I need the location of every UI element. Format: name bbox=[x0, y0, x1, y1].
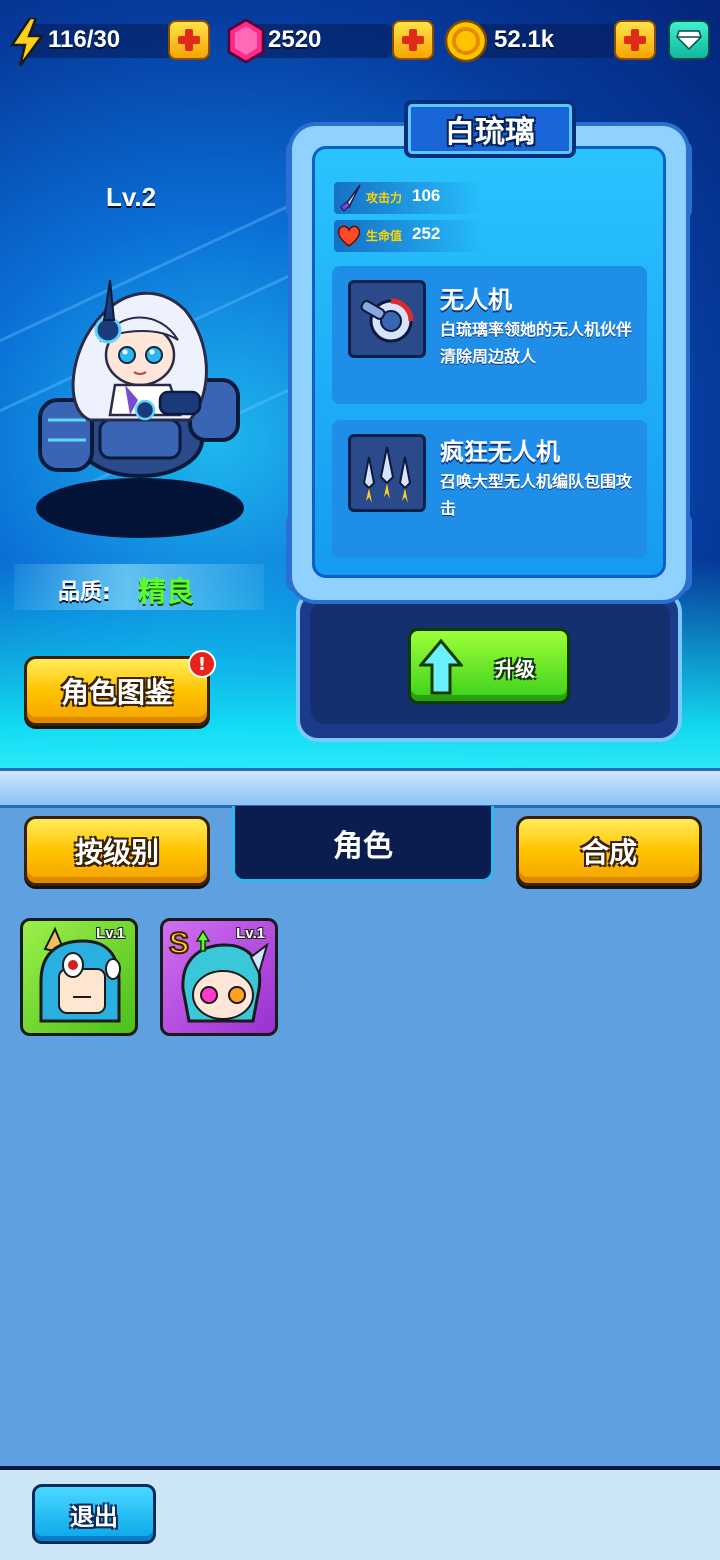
lightning-icon bbox=[9, 18, 45, 66]
hp-value: 252 bbox=[412, 224, 441, 243]
skill-description: 白琉璃率领她的无人机伙伴清除周边敌人 bbox=[440, 320, 633, 366]
skill-card-crazy-drone[interactable]: 疯狂无人机 召唤大型无人机编队包围攻击 bbox=[332, 420, 647, 558]
energy-value: 116/30 bbox=[48, 26, 121, 53]
drone-skill-icon bbox=[348, 280, 426, 358]
plus-icon bbox=[624, 29, 646, 51]
drone-swarm-icon bbox=[348, 434, 426, 512]
character-portrait bbox=[38, 279, 240, 478]
sword-icon bbox=[339, 184, 361, 212]
tab-characters[interactable]: 角色 bbox=[232, 806, 494, 882]
skill-description: 召唤大型无人机编队包围攻击 bbox=[440, 472, 633, 518]
coin-counter: 52.1k bbox=[444, 18, 659, 63]
quality-label: 品质: bbox=[58, 580, 111, 605]
hp-label: 生命值 bbox=[366, 229, 403, 243]
coin-value: 52.1k bbox=[494, 26, 555, 53]
gem-value: 2520 bbox=[268, 26, 322, 53]
section-divider bbox=[0, 768, 720, 808]
heart-icon bbox=[337, 225, 361, 247]
character-codex-button[interactable]: 角色图鉴 bbox=[24, 656, 210, 726]
shop-button[interactable] bbox=[668, 20, 710, 60]
character-level: Lv.2 bbox=[106, 182, 157, 212]
coin-icon bbox=[444, 19, 488, 63]
upgrade-label: 升级 bbox=[495, 657, 535, 681]
gem-icon bbox=[227, 18, 265, 64]
attack-label: 攻击力 bbox=[366, 191, 403, 205]
synthesize-button[interactable]: 合成 bbox=[516, 816, 702, 886]
gem-counter: 2520 bbox=[222, 18, 437, 64]
skill-name: 疯狂无人机 bbox=[440, 438, 560, 466]
plus-icon bbox=[402, 29, 424, 51]
arrow-up-icon bbox=[419, 639, 463, 695]
exit-button[interactable]: 退出 bbox=[32, 1484, 156, 1544]
roster-card-2[interactable]: S Lv.1 bbox=[160, 918, 278, 1036]
attack-stat: 攻击力 106 bbox=[334, 182, 484, 214]
diamond-icon bbox=[676, 30, 702, 51]
svg-text:S: S bbox=[169, 927, 189, 960]
energy-counter: 116/30 bbox=[0, 18, 215, 66]
add-energy-button[interactable] bbox=[168, 20, 210, 60]
hp-stat: 生命值 252 bbox=[334, 220, 484, 252]
skill-name: 无人机 bbox=[440, 286, 512, 314]
add-coins-button[interactable] bbox=[614, 20, 656, 60]
card-level: Lv.1 bbox=[236, 925, 265, 942]
plus-icon bbox=[178, 29, 200, 51]
roster-card-1[interactable]: Lv.1 bbox=[20, 918, 138, 1036]
character-name: 白琉璃 bbox=[404, 100, 576, 158]
quality-value: 精良 bbox=[138, 575, 195, 608]
sort-by-level-button[interactable]: 按级别 bbox=[24, 816, 210, 886]
card-level: Lv.1 bbox=[96, 925, 125, 942]
skill-card-drone[interactable]: 无人机 白琉璃率领她的无人机伙伴清除周边敌人 bbox=[332, 266, 647, 404]
notification-badge: ! bbox=[188, 650, 216, 678]
attack-value: 106 bbox=[412, 186, 441, 205]
upgrade-button[interactable]: 升级 bbox=[408, 628, 570, 704]
add-gems-button[interactable] bbox=[392, 20, 434, 60]
